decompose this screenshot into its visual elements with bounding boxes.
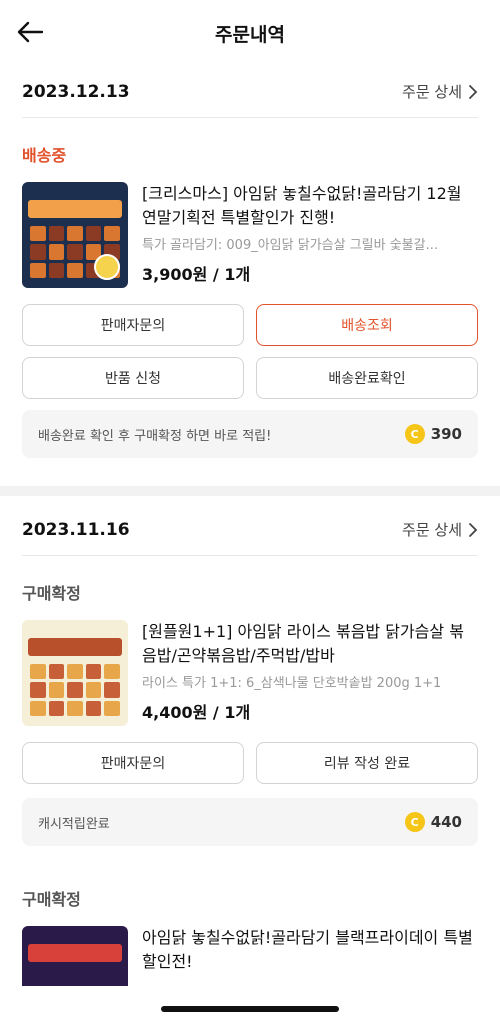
product-price: 4,400원 / 1개 — [142, 703, 251, 722]
coin-icon: C — [404, 812, 425, 832]
order-detail-label: 주문 상세 — [402, 521, 462, 539]
product-option: 특가 골라담기: 009_아임닭 닭가슴살 그릴바 숯불갈... — [142, 238, 438, 253]
point-value: 440 — [430, 813, 462, 831]
point-info-box: 배송완료 확인 후 구매확정 하면 바로 적립! C 390 — [22, 410, 478, 458]
product-info: [크리스마스] 아임닭 놓칠수없닭!골라담기 12월 연말기획전 특별할인가 진… — [142, 182, 478, 288]
product-item[interactable]: [원플원1+1] 아임닭 라이스 볶음밥 닭가슴살 볶음밥/곤약볶음밥/주먹밥/… — [22, 620, 478, 726]
order-detail-link[interactable]: 주문 상세 — [402, 519, 478, 540]
order-detail-link[interactable]: 주문 상세 — [402, 81, 478, 102]
order-header: 2023.11.16 주문 상세 — [22, 504, 478, 556]
review-complete-button[interactable]: 리뷰 작성 완료 — [256, 742, 478, 784]
thumbnail-banner — [28, 200, 122, 218]
action-row: 판매자문의 리뷰 작성 완료 — [22, 742, 478, 784]
track-delivery-button[interactable]: 배송조회 — [256, 304, 478, 346]
point-message: 캐시적립완료 — [38, 816, 110, 832]
product-item[interactable]: 아임닭 놓칠수없닭!골라담기 블랙프라이데이 특별할인전! — [22, 926, 478, 986]
product-thumbnail — [22, 182, 128, 288]
product-thumbnail — [22, 926, 128, 986]
page-title: 주문내역 — [215, 23, 285, 46]
header: 주문내역 — [0, 0, 500, 66]
product-price: 3,900원 / 1개 — [142, 265, 251, 284]
product-thumbnail — [22, 620, 128, 726]
return-request-button[interactable]: 반품 신청 — [22, 357, 244, 399]
product-name: [크리스마스] 아임닭 놓칠수없닭!골라담기 12월 연말기획전 특별할인가 진… — [142, 184, 462, 227]
product-info: 아임닭 놓칠수없닭!골라담기 블랙프라이데이 특별할인전! — [142, 926, 478, 986]
order-date: 2023.12.13 — [22, 81, 130, 102]
order-status: 구매확정 — [22, 890, 81, 909]
order-status: 구매확정 — [22, 584, 81, 603]
point-info-box: 캐시적립완료 C 440 — [22, 798, 478, 846]
seller-inquiry-button[interactable]: 판매자문의 — [22, 742, 244, 784]
home-indicator — [161, 1006, 339, 1012]
thumbnail-banner — [28, 638, 122, 656]
order-detail-label: 주문 상세 — [402, 83, 462, 101]
thumbnail-packs — [30, 664, 120, 716]
coin-icon: C — [404, 424, 425, 444]
order-header: 2023.12.13 주문 상세 — [22, 66, 478, 118]
product-item[interactable]: [크리스마스] 아임닭 놓칠수없닭!골라담기 12월 연말기획전 특별할인가 진… — [22, 182, 478, 288]
seller-inquiry-button[interactable]: 판매자문의 — [22, 304, 244, 346]
order-status: 배송중 — [22, 146, 67, 165]
action-row: 판매자문의 배송조회 — [22, 304, 478, 346]
product-option: 라이스 특가 1+1: 6_삼색나물 단호박솥밥 200g 1+1 — [142, 676, 442, 691]
point-amount: C 390 — [404, 424, 462, 444]
confirm-delivery-button[interactable]: 배송완료확인 — [256, 357, 478, 399]
chevron-right-icon — [469, 522, 478, 537]
product-name: [원플원1+1] 아임닭 라이스 볶음밥 닭가슴살 볶음밥/곤약볶음밥/주먹밥/… — [142, 622, 464, 665]
product-info: [원플원1+1] 아임닭 라이스 볶음밥 닭가슴살 볶음밥/곤약볶음밥/주먹밥/… — [142, 620, 478, 726]
section-divider — [0, 486, 500, 496]
order-date: 2023.11.16 — [22, 519, 130, 540]
chevron-right-icon — [469, 84, 478, 99]
back-button[interactable] — [14, 16, 46, 48]
mascot-icon — [94, 254, 120, 280]
thumbnail-banner — [28, 944, 122, 962]
action-row: 반품 신청 배송완료확인 — [22, 357, 478, 399]
back-arrow-icon — [17, 21, 44, 43]
product-name: 아임닭 놓칠수없닭!골라담기 블랙프라이데이 특별할인전! — [142, 928, 473, 971]
point-amount: C 440 — [404, 812, 462, 832]
point-message: 배송완료 확인 후 구매확정 하면 바로 적립! — [38, 428, 272, 444]
point-value: 390 — [430, 425, 462, 443]
